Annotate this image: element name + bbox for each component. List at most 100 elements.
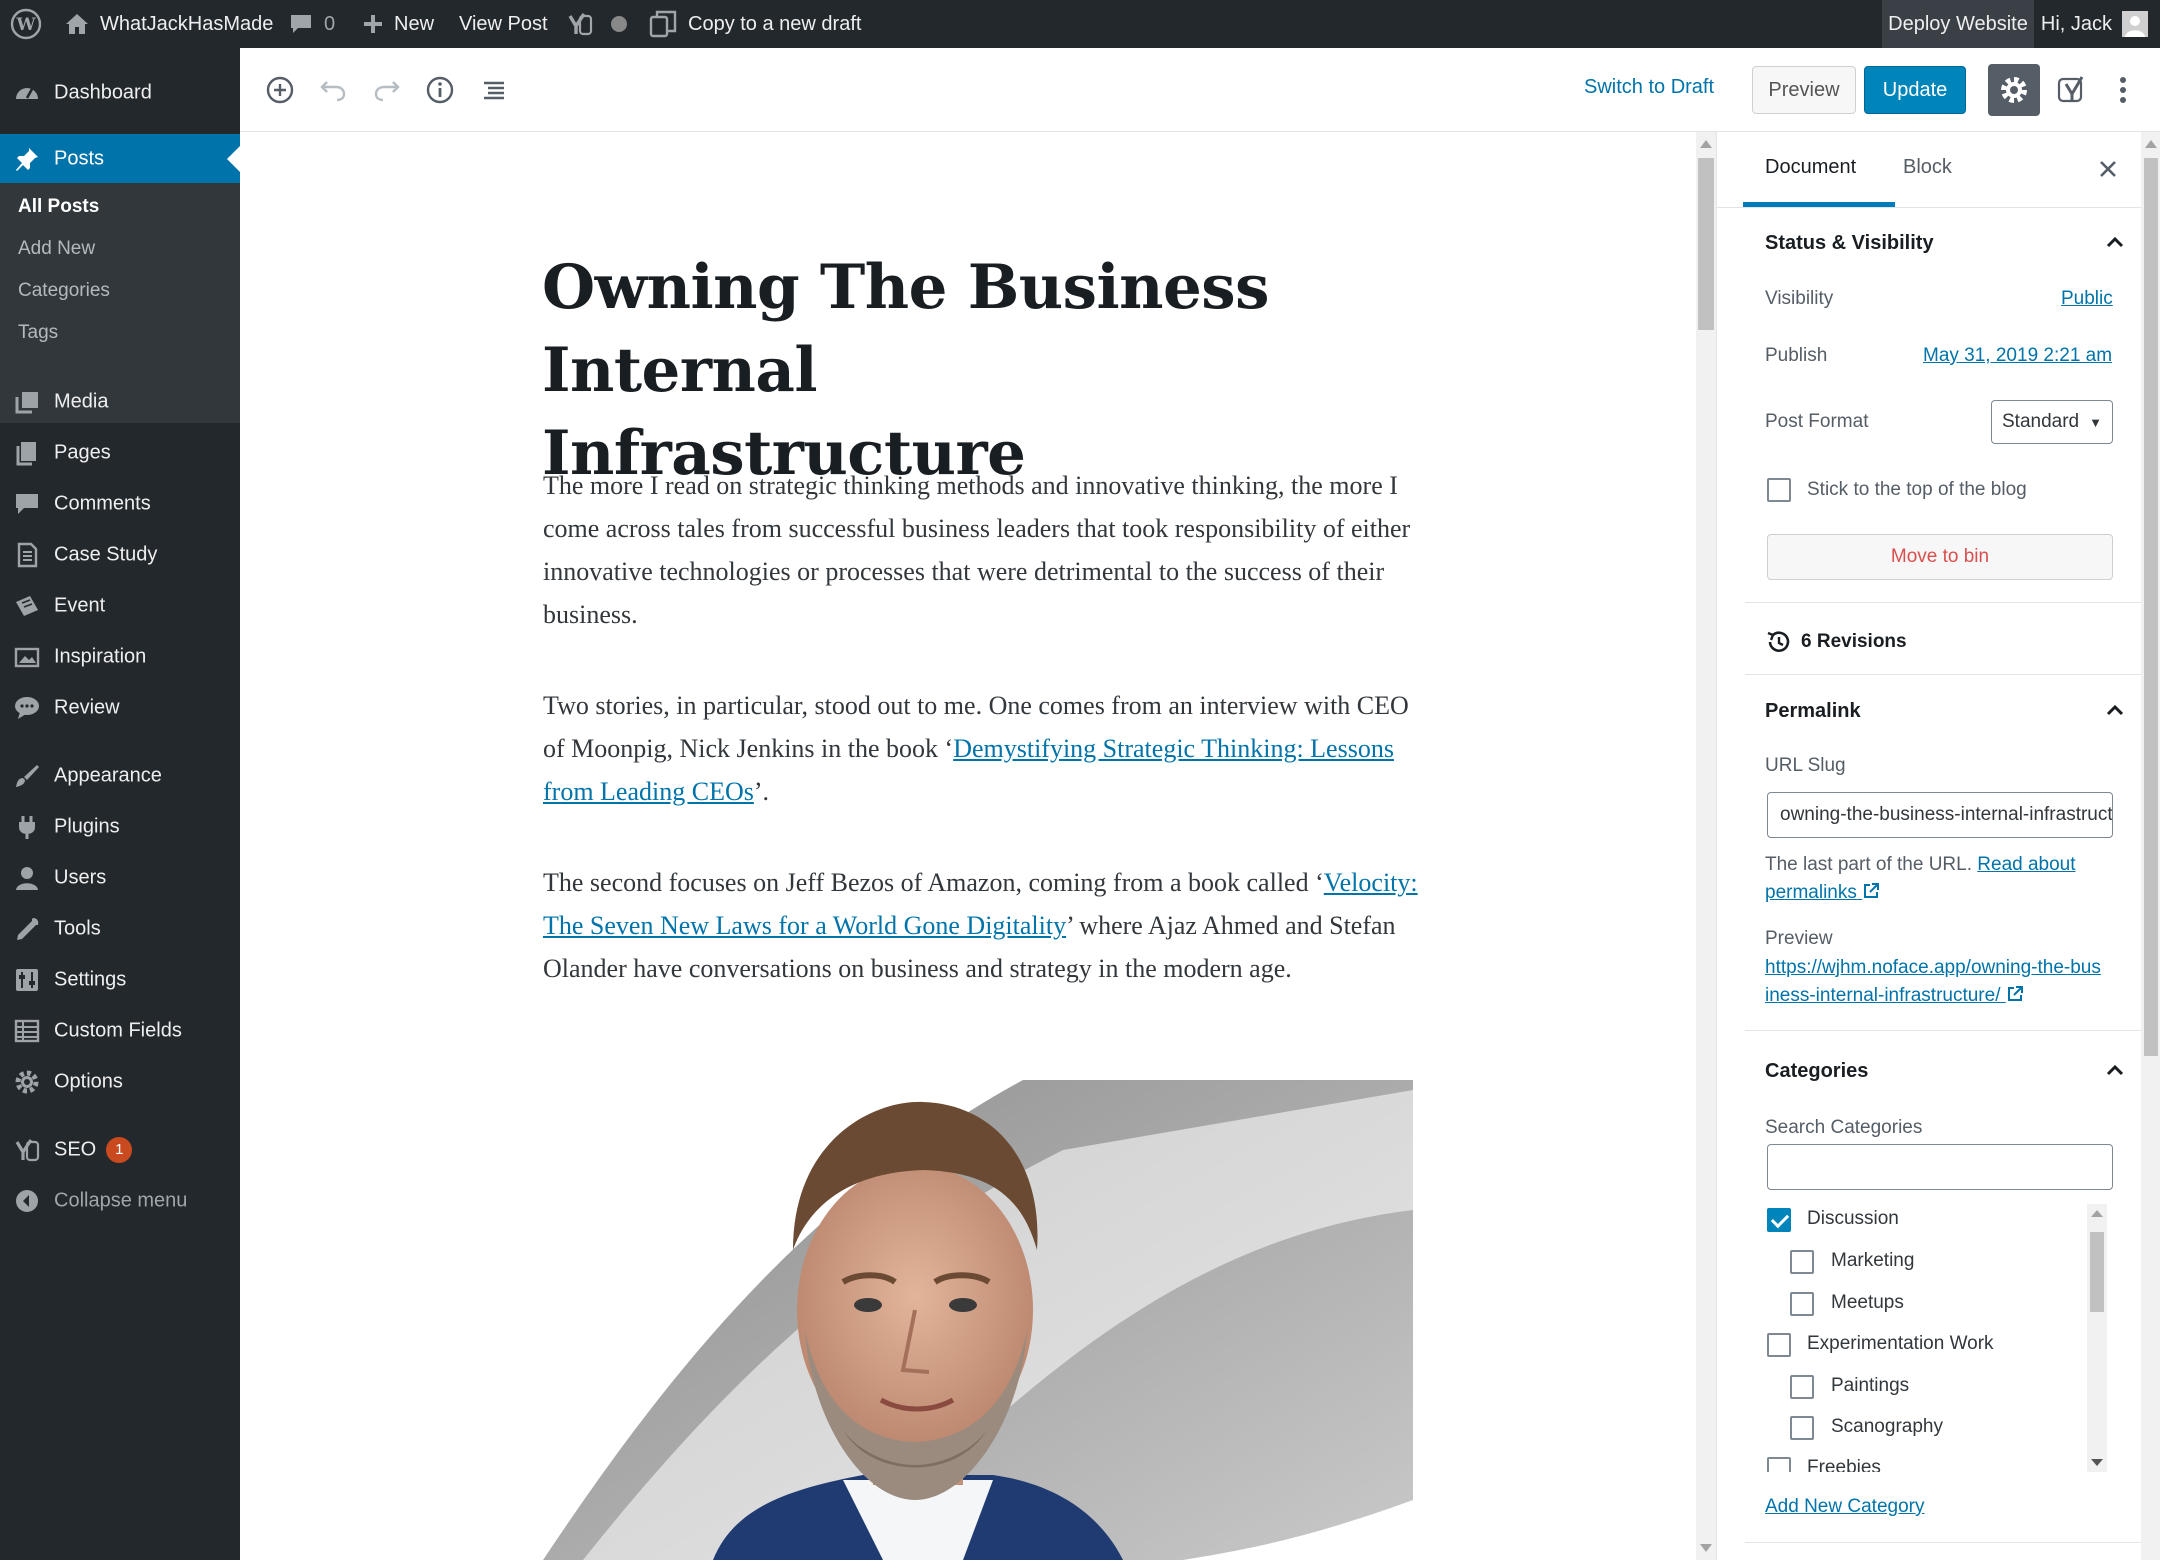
scroll-down-arrow-icon[interactable] [2091, 1459, 2103, 1466]
preview-button-label: Preview [1768, 78, 1840, 101]
menu-comments[interactable]: Comments [0, 478, 240, 529]
update-button[interactable]: Update [1864, 66, 1966, 114]
menu-posts-label: Posts [54, 147, 105, 170]
undo-button[interactable] [313, 70, 353, 110]
menu-appearance[interactable]: Appearance [0, 750, 240, 801]
deploy-website-button[interactable]: Deploy Website [1882, 0, 2034, 48]
paragraph-block[interactable]: The more I read on strategic thinking me… [543, 464, 1423, 636]
permalink-panel-title[interactable]: Permalink [1765, 700, 1861, 723]
url-slug-input[interactable]: owning-the-business-internal-infrastruct… [1767, 792, 2113, 838]
comments-link[interactable]: 0 [288, 0, 335, 48]
preview-button[interactable]: Preview [1752, 66, 1856, 114]
settings-toggle-button[interactable] [1988, 64, 2040, 116]
scroll-up-arrow-icon[interactable] [1700, 140, 1712, 148]
image-block[interactable] [543, 1080, 1413, 1560]
yoast-admin-icon[interactable] [566, 0, 594, 48]
sidebar-scrollbar-thumb[interactable] [2144, 158, 2158, 1056]
menu-media[interactable]: Media [0, 376, 240, 427]
menu-users[interactable]: Users [0, 852, 240, 903]
wordpress-logo-icon[interactable]: W [10, 0, 42, 48]
menu-plugins-label: Plugins [54, 815, 120, 837]
close-sidebar-button[interactable] [2091, 152, 2125, 186]
add-block-button[interactable] [260, 70, 300, 110]
menu-pages[interactable]: Pages [0, 427, 240, 478]
categories-panel-title[interactable]: Categories [1765, 1060, 1868, 1083]
visibility-toggle[interactable]: Public [2061, 288, 2113, 310]
submenu-categories[interactable]: Categories [18, 280, 110, 302]
content-info-button[interactable] [420, 70, 460, 110]
menu-custom-fields[interactable]: Custom Fields [0, 1005, 240, 1056]
paragraph-text: The second focuses on Jeff Bezos of Amaz… [543, 868, 1324, 897]
plus-icon [364, 15, 382, 33]
sticky-checkbox[interactable] [1767, 478, 1791, 502]
content-scrollbar[interactable] [1696, 132, 1716, 1560]
category-checkbox-paintings[interactable] [1790, 1375, 1814, 1399]
submenu-all-posts[interactable]: All Posts [18, 196, 99, 218]
switch-to-draft-button[interactable]: Switch to Draft [1584, 76, 1714, 99]
redo-button[interactable] [367, 70, 407, 110]
copy-draft-link[interactable]: Copy to a new draft [648, 0, 861, 48]
yoast-toolbar-icon [2057, 76, 2084, 103]
category-checkbox-scanography[interactable] [1790, 1416, 1814, 1440]
category-list-scrollbar[interactable] [2087, 1204, 2107, 1472]
post-format-select[interactable]: Standard ▼ [1991, 400, 2113, 444]
more-options-button[interactable] [2108, 70, 2138, 110]
panel-divider [1745, 602, 2141, 603]
preview-url-text: https://wjhm.noface.app/owning-the-busin… [1765, 954, 2105, 1010]
site-name: WhatJackHasMade [100, 12, 274, 35]
scroll-up-arrow-icon[interactable] [2145, 140, 2157, 148]
menu-review[interactable]: Review [0, 682, 240, 733]
editor-toolbar: Switch to Draft Preview Update [240, 48, 2160, 132]
scroll-down-arrow-icon[interactable] [1700, 1544, 1712, 1552]
add-new-category-link[interactable]: Add New Category [1765, 1496, 1924, 1518]
menu-dashboard[interactable]: Dashboard [0, 67, 240, 118]
collapse-menu-button[interactable]: Collapse menu [0, 1175, 240, 1226]
chevron-up-icon[interactable] [2103, 230, 2127, 254]
chevron-up-icon[interactable] [2103, 698, 2127, 722]
post-title[interactable]: Owning The Business Internal Infrastruct… [542, 246, 1302, 495]
site-name-link[interactable]: WhatJackHasMade [64, 0, 273, 48]
menu-comments-label: Comments [54, 492, 151, 514]
scroll-up-arrow-icon[interactable] [2091, 1210, 2103, 1217]
menu-options[interactable]: Options [0, 1056, 240, 1107]
submenu-add-new[interactable]: Add New [18, 238, 95, 260]
tab-document[interactable]: Document [1765, 156, 1856, 179]
revisions-link[interactable]: 6 Revisions [1765, 628, 1907, 656]
status-visibility-panel-title[interactable]: Status & Visibility [1765, 232, 1934, 255]
seo-status-dot-icon[interactable] [609, 0, 629, 48]
paragraph-block[interactable]: The second focuses on Jeff Bezos of Amaz… [543, 861, 1423, 990]
menu-plugins[interactable]: Plugins [0, 801, 240, 852]
block-navigation-button[interactable] [474, 70, 514, 110]
sidebar-scrollbar[interactable] [2141, 132, 2160, 1560]
menu-event[interactable]: Event [0, 580, 240, 631]
menu-tools[interactable]: Tools [0, 903, 240, 954]
tab-block[interactable]: Block [1903, 156, 1952, 179]
new-content-link[interactable]: New [362, 0, 434, 48]
category-label: Paintings [1831, 1375, 1910, 1396]
my-account-menu[interactable]: Hi, Jack [2034, 0, 2160, 48]
yoast-seo-button[interactable] [2052, 70, 2092, 110]
category-checkbox-meetups[interactable] [1790, 1292, 1814, 1316]
menu-seo[interactable]: SEO 1 [0, 1124, 240, 1175]
view-post-label: View Post [459, 12, 548, 35]
submenu-tags[interactable]: Tags [18, 322, 58, 344]
menu-case-study[interactable]: Case Study [0, 529, 240, 580]
external-link-icon [2007, 986, 2023, 1001]
content-scrollbar-thumb[interactable] [1698, 158, 1714, 330]
menu-inspiration[interactable]: Inspiration [0, 631, 240, 682]
category-checkbox-experimentation-work[interactable] [1767, 1333, 1791, 1357]
category-scrollbar-thumb[interactable] [2090, 1232, 2104, 1312]
seo-label-text: SEO [54, 1137, 97, 1160]
publish-date-toggle[interactable]: May 31, 2019 2:21 am [1923, 345, 2112, 367]
category-checkbox-discussion[interactable] [1767, 1208, 1791, 1232]
chevron-up-icon[interactable] [2103, 1058, 2127, 1082]
view-post-link[interactable]: View Post [459, 0, 548, 48]
menu-posts[interactable]: Posts [0, 134, 240, 184]
category-checkbox-marketing[interactable] [1790, 1250, 1814, 1274]
paragraph-block[interactable]: Two stories, in particular, stood out to… [543, 684, 1423, 813]
search-categories-input[interactable] [1767, 1144, 2113, 1190]
move-to-bin-button[interactable]: Move to bin [1767, 534, 2113, 580]
menu-settings[interactable]: Settings [0, 954, 240, 1005]
panel-divider [1745, 1542, 2141, 1543]
preview-url-link[interactable]: https://wjhm.noface.app/owning-the-busin… [1765, 957, 2101, 1006]
